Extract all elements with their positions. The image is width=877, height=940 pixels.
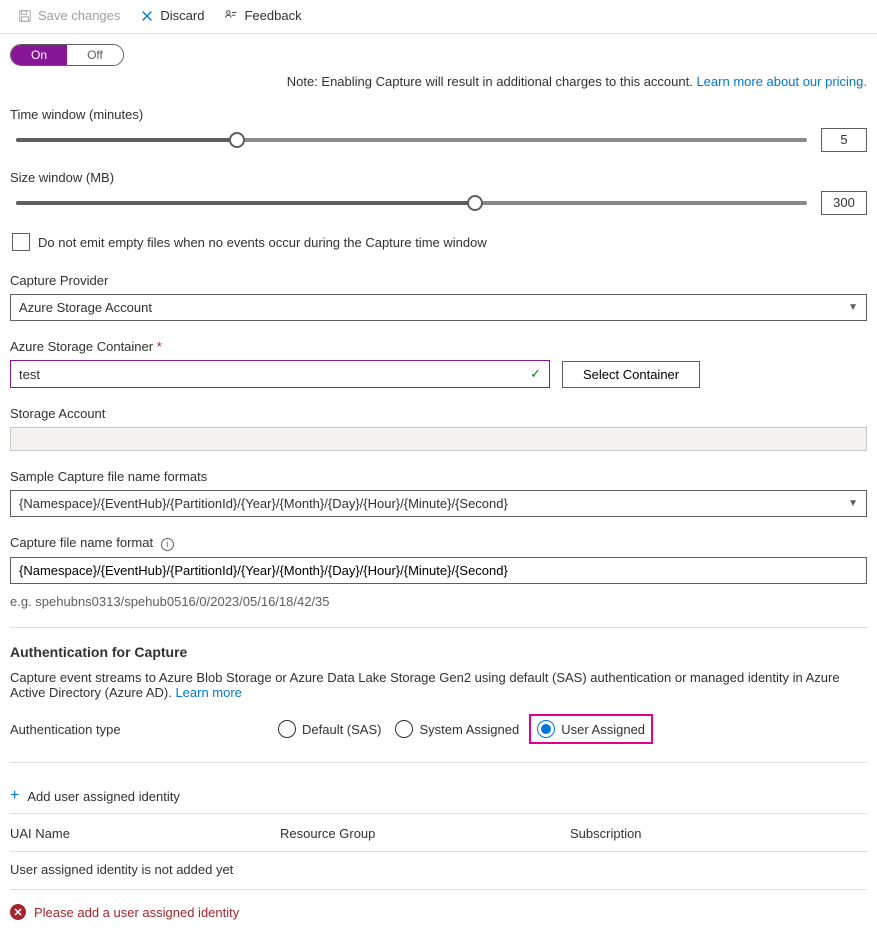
identity-empty-row: User assigned identity is not added yet [10,852,867,890]
emit-empty-label: Do not emit empty files when no events o… [38,235,487,250]
toggle-off: Off [67,45,123,65]
pricing-note: Note: Enabling Capture will result in ad… [10,74,867,89]
filename-format-input[interactable] [10,557,867,584]
auth-type-radio-group: Default (SAS) System Assigned User Assig… [274,714,653,744]
plus-icon: + [10,787,19,805]
col-resource-group: Resource Group [280,826,570,841]
feedback-icon [224,9,238,23]
capture-toggle[interactable]: On Off [10,44,124,66]
capture-provider-select[interactable]: Azure Storage Account ▼ [10,294,867,321]
radio-icon [395,720,413,738]
radio-icon [537,720,555,738]
auth-description: Capture event streams to Azure Blob Stor… [10,670,867,700]
discard-label: Discard [160,8,204,23]
learn-more-link[interactable]: Learn more [175,685,241,700]
emit-empty-checkbox[interactable] [12,233,30,251]
pricing-link[interactable]: Learn more about our pricing. [696,74,867,89]
error-icon: ✕ [10,904,26,920]
check-icon: ✓ [530,366,541,382]
auth-section-title: Authentication for Capture [10,644,867,660]
command-bar: Save changes Discard Feedback [0,0,877,34]
size-window-label: Size window (MB) [10,170,867,185]
identity-error: ✕ Please add a user assigned identity [10,904,867,920]
divider [10,627,867,628]
radio-default-sas[interactable]: Default (SAS) [274,718,385,740]
select-container-button[interactable]: Select Container [562,361,700,388]
filename-example: e.g. spehubns0313/spehub0516/0/2023/05/1… [10,594,867,609]
toggle-on: On [11,45,67,65]
radio-system-assigned[interactable]: System Assigned [391,718,523,740]
identity-table-header: UAI Name Resource Group Subscription [10,816,867,852]
container-label: Azure Storage Container * [10,339,867,354]
chevron-down-icon: ▼ [848,302,858,313]
save-label: Save changes [38,8,120,23]
time-window-value[interactable]: 5 [821,128,867,152]
container-input[interactable]: test ✓ [10,360,550,388]
radio-user-assigned[interactable]: User Assigned [529,714,653,744]
slider-thumb[interactable] [229,132,245,148]
chevron-down-icon: ▼ [848,498,858,509]
filename-format-label: Capture file name format i [10,535,867,551]
feedback-button[interactable]: Feedback [216,4,309,27]
discard-button[interactable]: Discard [132,4,212,27]
slider-thumb[interactable] [467,195,483,211]
save-icon [18,9,32,23]
storage-account-label: Storage Account [10,406,867,421]
auth-type-label: Authentication type [10,722,260,737]
size-window-slider[interactable] [16,194,807,212]
time-window-slider[interactable] [16,131,807,149]
col-subscription: Subscription [570,826,867,841]
add-identity-button[interactable]: + Add user assigned identity [10,779,867,814]
divider [10,762,867,763]
col-uai-name: UAI Name [10,826,280,841]
save-button: Save changes [10,4,128,27]
radio-icon [278,720,296,738]
capture-provider-label: Capture Provider [10,273,867,288]
close-icon [140,9,154,23]
sample-formats-label: Sample Capture file name formats [10,469,867,484]
sample-formats-select[interactable]: {Namespace}/{EventHub}/{PartitionId}/{Ye… [10,490,867,517]
storage-account-field [10,427,867,451]
info-icon[interactable]: i [161,538,174,551]
feedback-label: Feedback [244,8,301,23]
size-window-value[interactable]: 300 [821,191,867,215]
time-window-label: Time window (minutes) [10,107,867,122]
